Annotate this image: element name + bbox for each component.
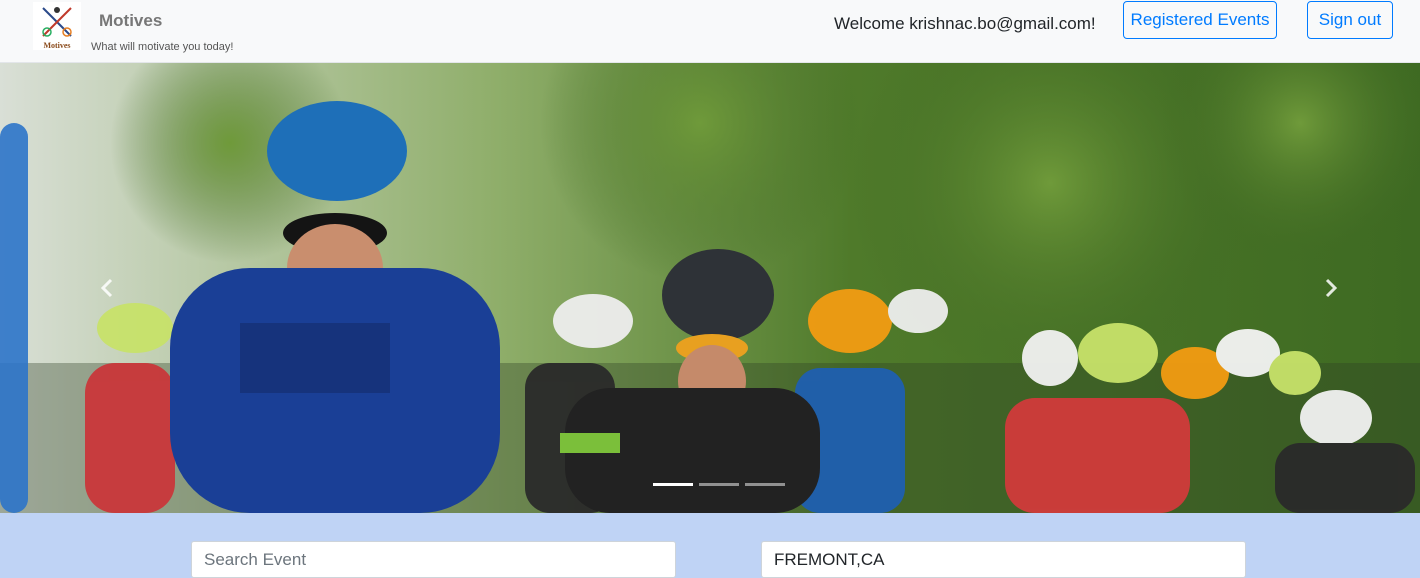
carousel-prev-control[interactable] [92,273,122,303]
carousel-slide-image [0,63,1420,513]
carousel-next-control[interactable] [1316,273,1346,303]
hero-carousel [0,63,1420,513]
svg-text:Motives: Motives [43,41,70,50]
motives-logo[interactable]: Motives [33,2,81,50]
carousel-indicator-2[interactable] [699,483,739,486]
location-input[interactable] [761,541,1246,578]
search-section [0,513,1420,578]
chevron-right-icon [1325,278,1338,298]
welcome-message: Welcome krishnac.bo@gmail.com! [834,14,1096,33]
chevron-left-icon [100,278,113,298]
search-event-input[interactable] [191,541,676,578]
carousel-indicators [653,483,785,487]
carousel-indicator-3[interactable] [745,483,785,486]
tagline: What will motivate you today! [91,41,234,53]
carousel-indicator-1[interactable] [653,483,693,486]
registered-events-button[interactable]: Registered Events [1123,1,1277,39]
brand-name[interactable]: Motives [99,11,162,31]
sign-out-button[interactable]: Sign out [1307,1,1393,39]
navbar: Motives Motives What will motivate you t… [0,0,1420,63]
